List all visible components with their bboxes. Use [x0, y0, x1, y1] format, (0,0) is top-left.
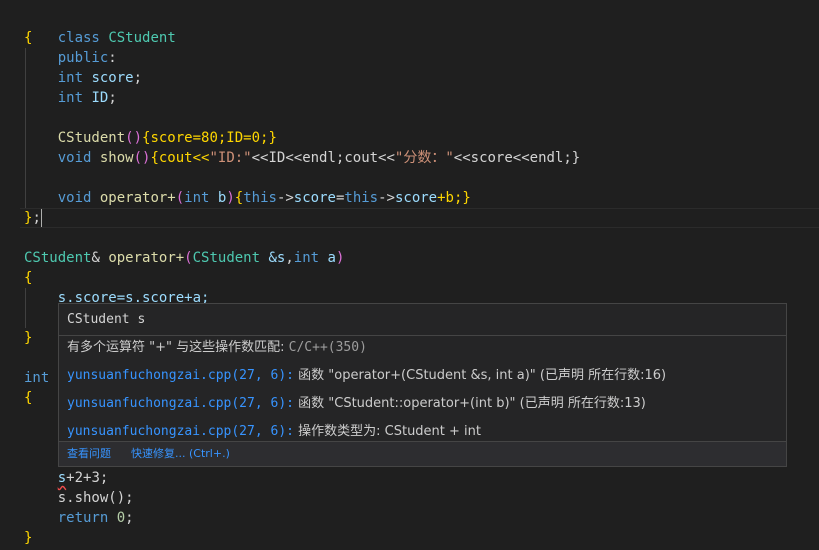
entry-text: 函数 "CStudent::operator+(int b)" (已声明 所在行…: [298, 396, 646, 411]
view-problem-link[interactable]: 查看问题: [67, 446, 111, 462]
variable: score: [91, 70, 134, 86]
code-text: <<ID<<endl;cout<<: [251, 150, 395, 166]
brace: {: [24, 270, 33, 286]
hover-entry: yunsuanfuchongzai.cpp(27, 6): 操作数类型为: CS…: [67, 422, 481, 442]
code-line: return 0;: [24, 508, 134, 528]
code-line: s+2+3;: [24, 468, 109, 488]
parameter: a: [327, 250, 336, 266]
code-line: CStudent& operator+(CStudent &s,int a): [24, 248, 344, 268]
constructor-name: CStudent: [57, 130, 126, 146]
hover-message: 有多个运算符 "+" 与这些操作数匹配: C/C++(350): [67, 338, 367, 358]
hover-entry: yunsuanfuchongzai.cpp(27, 6): 函数 "CStude…: [67, 394, 646, 414]
function-name: operator+: [99, 190, 176, 206]
keyword: this: [243, 190, 277, 206]
error-squiggle-token[interactable]: s: [58, 470, 66, 486]
code-line: {: [24, 28, 32, 48]
function-name: operator+: [108, 250, 185, 266]
punct: :: [108, 50, 117, 66]
code-text: <<score<<endl;}: [453, 150, 581, 166]
punct: ->: [378, 190, 395, 206]
string-literal: "ID:": [209, 150, 252, 166]
code-line: }: [24, 328, 32, 348]
keyword: int: [293, 250, 320, 266]
parameter: &s: [268, 250, 286, 266]
divider: [59, 335, 786, 336]
punct: ;: [32, 210, 41, 226]
code-line: void show(){cout<<"ID:"<<ID<<endl;cout<<…: [24, 148, 581, 168]
code-line: int score;: [24, 68, 142, 88]
error-code: C/C++(350): [288, 340, 367, 355]
keyword: public: [57, 50, 109, 66]
code-line: {: [24, 388, 32, 408]
keyword: this: [344, 190, 379, 206]
punct: ,: [285, 250, 294, 266]
code-line: int ID;: [24, 88, 117, 108]
class-name: CStudent: [192, 250, 261, 266]
punct: ;: [108, 90, 117, 106]
quick-fix-link[interactable]: 快速修复... (Ctrl+.): [131, 446, 230, 462]
paren: (: [184, 250, 193, 266]
keyword: return: [57, 510, 109, 526]
hover-actions-bar: 查看问题 快速修复... (Ctrl+.): [59, 441, 786, 466]
keyword: int: [57, 70, 84, 86]
hover-tooltip: CStudent s 有多个运算符 "+" 与这些操作数匹配: C/C++(35…: [58, 303, 787, 467]
punct: ;: [133, 70, 143, 86]
keyword: int: [57, 90, 84, 106]
code-line: void operator+(int b){this->score=this->…: [24, 188, 471, 208]
keyword: void: [57, 190, 92, 206]
class-name: CStudent: [108, 30, 176, 46]
file-location-link[interactable]: yunsuanfuchongzai.cpp(27, 6):: [67, 424, 294, 439]
keyword: class: [57, 30, 100, 46]
code-text: s.show();: [57, 490, 134, 506]
file-location-link[interactable]: yunsuanfuchongzai.cpp(27, 6):: [67, 396, 294, 411]
punct: ;: [125, 510, 134, 526]
code-line: };: [24, 208, 41, 228]
code-line: class CStudent: [24, 8, 176, 46]
variable: score: [394, 190, 438, 206]
paren: (: [175, 190, 185, 206]
hover-entry: yunsuanfuchongzai.cpp(27, 6): 函数 "operat…: [67, 366, 666, 386]
variable: ID: [91, 90, 109, 106]
code-line: int: [24, 368, 49, 388]
file-location-link[interactable]: yunsuanfuchongzai.cpp(27, 6):: [67, 368, 294, 383]
number-literal: 0: [116, 510, 126, 526]
code-line: public:: [24, 48, 117, 68]
code-line: {: [24, 268, 32, 288]
code-text: +2+3;: [66, 470, 109, 486]
hover-title: CStudent s: [67, 312, 146, 327]
text-cursor: [41, 209, 42, 227]
entry-text: 操作数类型为: CStudent + int: [298, 424, 481, 439]
brace: {: [24, 390, 33, 406]
brace: {: [24, 30, 33, 46]
string-literal: "分数：": [394, 150, 454, 166]
brace: }: [24, 330, 33, 346]
paren: ): [335, 250, 345, 266]
brace: }: [24, 530, 33, 546]
code-editor[interactable]: class CStudent { public: int score; int …: [0, 0, 819, 550]
code-text: +b;}: [437, 190, 471, 206]
variable: score: [293, 190, 336, 206]
code-text: {cout<<: [150, 150, 210, 166]
paren: ): [226, 190, 235, 206]
punct: ->: [276, 190, 294, 206]
current-line-highlight: [20, 208, 819, 228]
class-name: CStudent: [24, 250, 92, 266]
paren: (): [125, 130, 143, 146]
keyword: int: [24, 370, 50, 386]
keyword: void: [57, 150, 92, 166]
paren: (): [133, 150, 151, 166]
punct: &: [91, 250, 100, 266]
keyword: int: [184, 190, 210, 206]
code-line: CStudent(){score=80;ID=0;}: [24, 128, 277, 148]
function-name: show: [99, 150, 134, 166]
entry-text: 函数 "operator+(CStudent &s, int a)" (已声明 …: [298, 368, 667, 383]
code-line: s.show();: [24, 488, 134, 508]
ctor-body: {score=80;ID=0;}: [142, 130, 277, 146]
brace: {: [234, 190, 244, 206]
code-line: }: [24, 528, 32, 548]
error-message: 有多个运算符 "+" 与这些操作数匹配:: [67, 340, 285, 355]
